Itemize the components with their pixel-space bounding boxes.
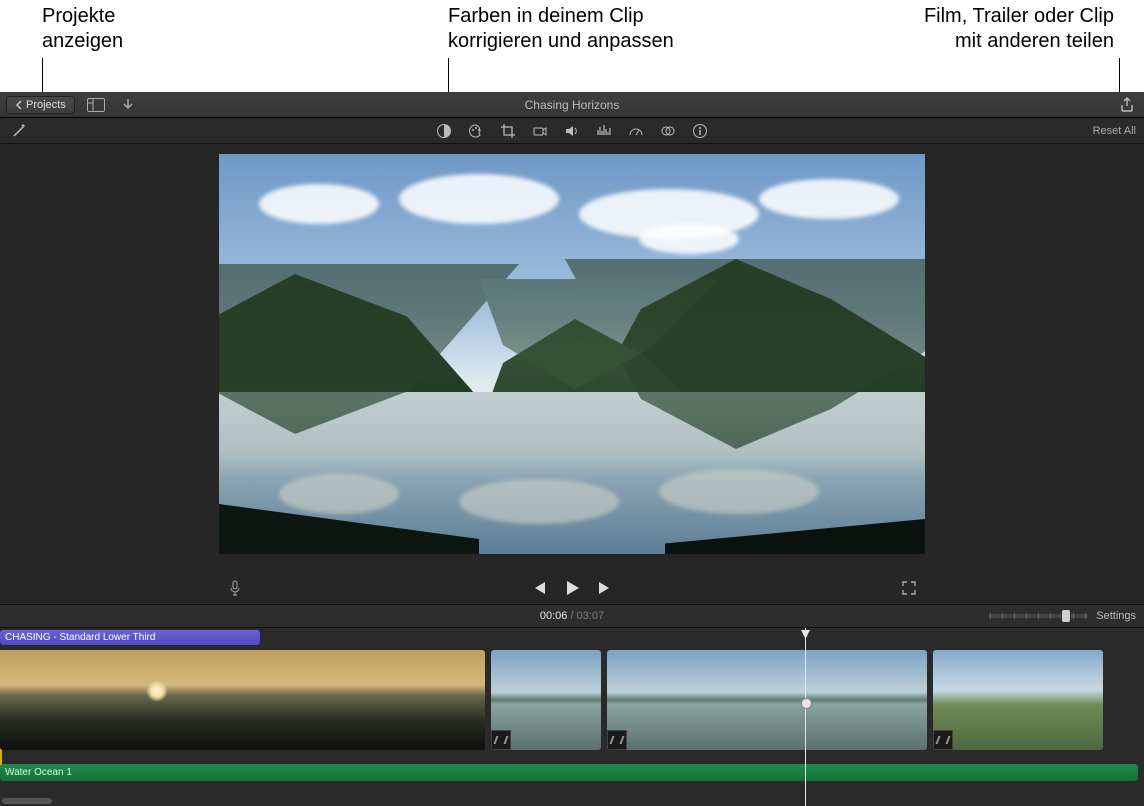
time-current: 00:06 [540, 610, 568, 622]
color-balance-button[interactable] [435, 122, 453, 140]
transition-icon[interactable] [491, 730, 511, 750]
timeline-scrollbar[interactable] [2, 798, 52, 804]
time-sep: / [567, 610, 576, 622]
crop-icon [500, 123, 516, 139]
imovie-window: Projects Chasing Horizons [0, 92, 1144, 806]
callout-projects: Projekteanzeigen [42, 4, 222, 54]
crop-button[interactable] [499, 122, 517, 140]
microphone-icon [229, 580, 241, 596]
zoom-slider[interactable] [988, 614, 1088, 618]
playhead-time: 00:06 / 03:07 [0, 610, 1144, 622]
time-row: 00:06 / 03:07 Settings [0, 604, 1144, 628]
video-track [0, 650, 1144, 750]
transition-icon[interactable] [607, 730, 627, 750]
time-duration: 03:07 [577, 610, 605, 622]
zoom-knob[interactable] [1062, 610, 1070, 622]
previous-icon [531, 581, 547, 595]
speed-button[interactable] [627, 122, 645, 140]
equalizer-icon [596, 123, 612, 139]
project-title: Chasing Horizons [0, 98, 1144, 112]
color-correction-button[interactable] [467, 122, 485, 140]
video-clip[interactable] [933, 650, 1103, 750]
timeline[interactable]: CHASING - Standard Lower Third Water Oce… [0, 628, 1144, 806]
audio-clip-label: Water Ocean 1 [5, 767, 72, 778]
next-icon [597, 581, 613, 595]
play-button[interactable] [565, 580, 579, 596]
playhead-knob[interactable] [801, 698, 812, 709]
preview-frame [219, 154, 925, 554]
import-button[interactable] [117, 95, 139, 115]
playhead[interactable] [805, 628, 806, 806]
video-clip[interactable] [0, 650, 485, 750]
volume-icon [564, 123, 580, 139]
import-arrow-icon [122, 98, 134, 112]
palette-icon [468, 123, 484, 139]
annotation-callouts: Projekteanzeigen Farben in deinem Clipko… [0, 0, 1144, 92]
chevron-left-icon [15, 100, 23, 110]
video-clip[interactable] [491, 650, 601, 750]
viewer [0, 144, 1144, 604]
speedometer-icon [628, 123, 644, 139]
title-clip[interactable]: CHASING - Standard Lower Third [0, 630, 260, 645]
share-icon [1119, 97, 1135, 113]
transition-icon[interactable] [933, 730, 953, 750]
media-browser-button[interactable] [85, 95, 107, 115]
audio-clip[interactable]: Water Ocean 1 [0, 764, 1138, 781]
adjustment-tools [0, 122, 1144, 140]
voiceover-button[interactable] [224, 578, 246, 598]
projects-button[interactable]: Projects [6, 96, 75, 114]
camera-icon [532, 123, 548, 139]
toolbar: Projects Chasing Horizons [0, 92, 1144, 118]
next-button[interactable] [597, 581, 613, 595]
color-balance-icon [436, 123, 452, 139]
editbar: Reset All [0, 118, 1144, 144]
stabilization-button[interactable] [531, 122, 549, 140]
fullscreen-button[interactable] [898, 578, 920, 598]
overlap-circles-icon [660, 123, 676, 139]
transport-bar [0, 580, 1144, 596]
info-icon [692, 123, 708, 139]
callout-color: Farben in deinem Clipkorrigieren und anp… [448, 4, 768, 54]
info-button[interactable] [691, 122, 709, 140]
projects-label: Projects [26, 99, 66, 111]
play-icon [565, 580, 579, 596]
callout-share: Film, Trailer oder Clipmit anderen teile… [854, 4, 1114, 54]
volume-button[interactable] [563, 122, 581, 140]
clip-filter-button[interactable] [659, 122, 677, 140]
noise-reduction-button[interactable] [595, 122, 613, 140]
title-clip-label: CHASING - Standard Lower Third [5, 632, 155, 643]
media-browser-icon [87, 98, 105, 112]
fullscreen-icon [902, 581, 916, 595]
video-clip[interactable] [607, 650, 927, 750]
previous-button[interactable] [531, 581, 547, 595]
share-button[interactable] [1116, 95, 1138, 115]
